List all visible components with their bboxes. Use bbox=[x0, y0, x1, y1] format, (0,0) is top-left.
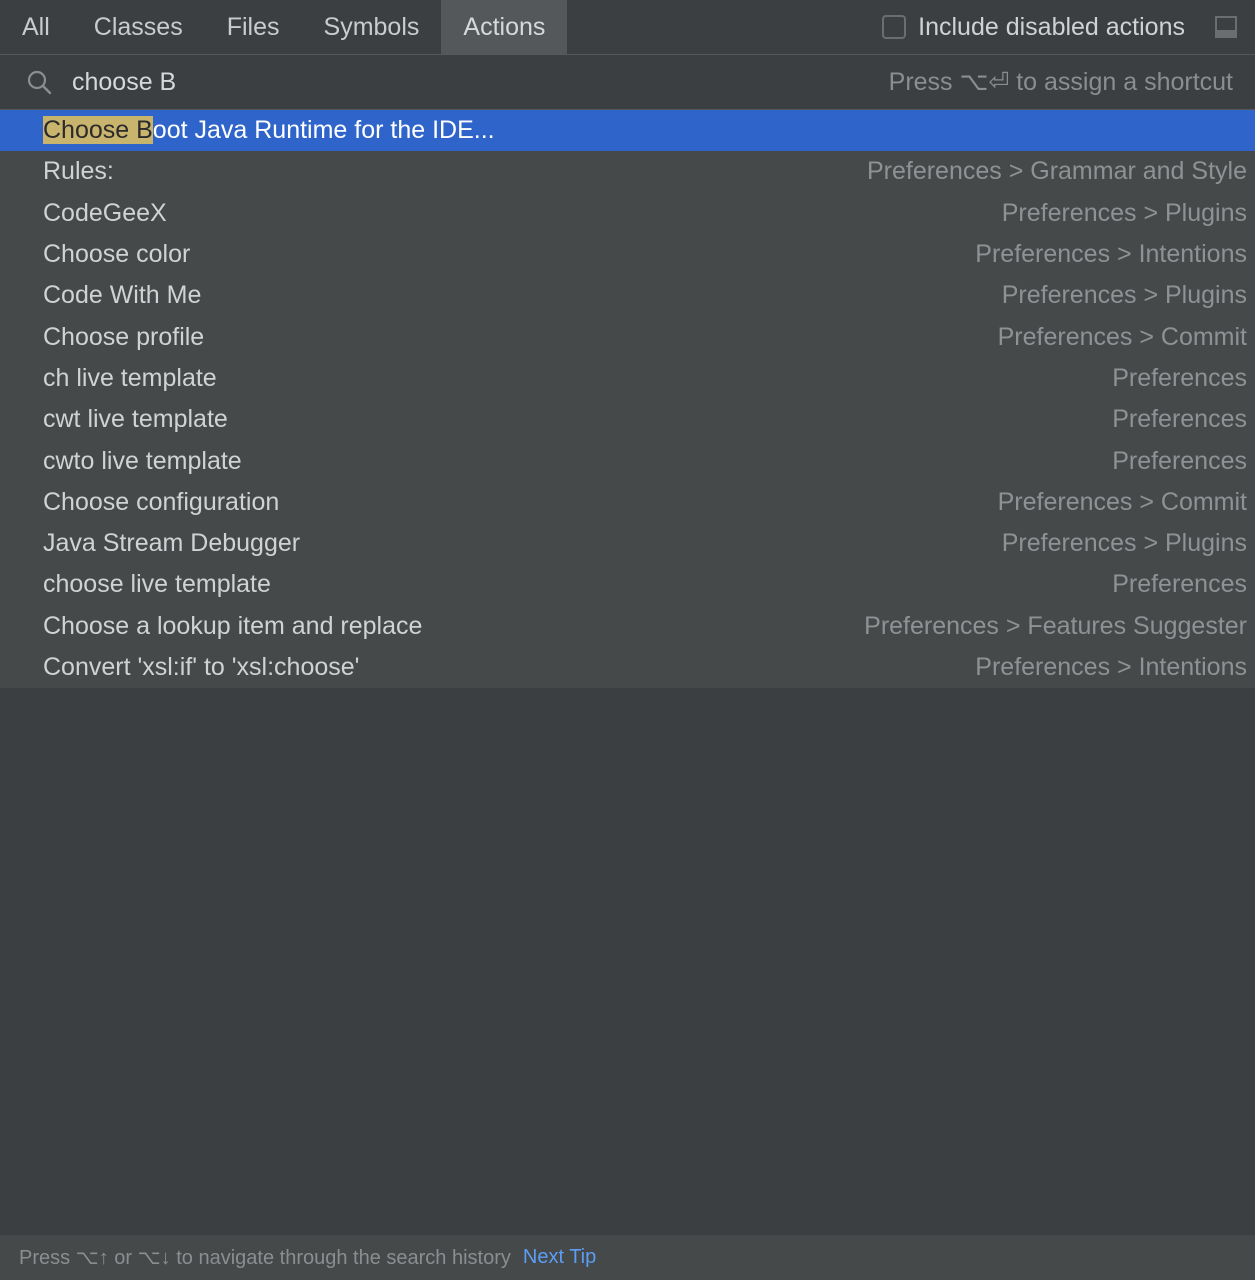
result-location: Preferences > Features Suggester bbox=[864, 611, 1247, 640]
result-location: Preferences > Plugins bbox=[1001, 281, 1247, 310]
result-name: Choose Boot Java Runtime for the IDE... bbox=[43, 116, 495, 145]
result-row[interactable]: ch live template Preferences bbox=[0, 358, 1255, 399]
include-disabled-toggle[interactable]: Include disabled actions bbox=[882, 0, 1215, 54]
result-row[interactable]: cwt live template Preferences bbox=[0, 399, 1255, 440]
tab-bar: All Classes Files Symbols Actions Includ… bbox=[0, 0, 1255, 55]
result-row[interactable]: Rules: Preferences > Grammar and Style bbox=[0, 151, 1255, 192]
next-tip-link[interactable]: Next Tip bbox=[523, 1246, 596, 1269]
result-location: Preferences bbox=[1112, 363, 1247, 392]
result-location: Preferences > Intentions bbox=[975, 653, 1247, 681]
result-name: ch live template bbox=[43, 363, 217, 392]
tab-files[interactable]: Files bbox=[205, 0, 302, 54]
result-row[interactable]: Choose a lookup item and replace Preferen… bbox=[0, 606, 1255, 647]
match-highlight: Choose B bbox=[43, 116, 153, 145]
include-disabled-label: Include disabled actions bbox=[918, 12, 1185, 41]
footer-hint: Press ⌥↑ or ⌥↓ to navigate through the s… bbox=[19, 1247, 511, 1269]
status-footer: Press ⌥↑ or ⌥↓ to navigate through the s… bbox=[0, 1235, 1255, 1280]
search-icon bbox=[24, 67, 54, 97]
search-bar: Press ⌥⏎ to assign a shortcut bbox=[0, 55, 1255, 110]
result-location: Preferences > Commit bbox=[997, 322, 1247, 351]
result-location: Preferences bbox=[1112, 405, 1247, 434]
result-row-selected[interactable]: Choose Boot Java Runtime for the IDE... bbox=[0, 110, 1255, 152]
result-row[interactable]: Choose configuration Preferences > Commit bbox=[0, 482, 1255, 523]
search-input[interactable] bbox=[70, 66, 889, 98]
results-list: Choose Boot Java Runtime for the IDE... … bbox=[0, 110, 1255, 688]
panel-toggle-icon[interactable] bbox=[1215, 16, 1237, 38]
result-row[interactable]: CodeGeeX Preferences > Plugins bbox=[0, 193, 1255, 234]
result-name: Choose a lookup item and replace bbox=[43, 611, 423, 640]
result-location: Preferences > Plugins bbox=[1001, 529, 1247, 558]
result-row[interactable]: cwto live template Preferences bbox=[0, 440, 1255, 481]
result-name: Convert 'xsl:if' to 'xsl:choose' bbox=[43, 653, 360, 681]
result-name: Rules: bbox=[43, 157, 114, 186]
shortcut-hint: Press ⌥⏎ to assign a shortcut bbox=[888, 68, 1233, 96]
result-name: Choose profile bbox=[43, 322, 205, 351]
tab-classes[interactable]: Classes bbox=[72, 0, 205, 54]
result-location: Preferences > Grammar and Style bbox=[866, 157, 1247, 186]
result-row[interactable]: Java Stream Debugger Preferences > Plugin… bbox=[0, 523, 1255, 564]
tab-spacer bbox=[567, 0, 882, 54]
tab-all[interactable]: All bbox=[0, 0, 72, 54]
result-row[interactable]: Code With Me Preferences > Plugins bbox=[0, 275, 1255, 316]
result-row[interactable]: Choose profile Preferences > Commit bbox=[0, 316, 1255, 357]
result-row[interactable]: choose live template Preferences bbox=[0, 564, 1255, 605]
result-name-rest: oot Java Runtime for the IDE... bbox=[152, 116, 495, 145]
include-disabled-checkbox[interactable] bbox=[882, 15, 907, 39]
result-name: CodeGeeX bbox=[43, 198, 167, 227]
result-name: Choose color bbox=[43, 240, 191, 269]
result-location: Preferences bbox=[1112, 570, 1247, 599]
result-name: cwt live template bbox=[43, 405, 228, 434]
result-row[interactable]: Choose color Preferences > Intentions bbox=[0, 234, 1255, 275]
result-location: Preferences bbox=[1112, 446, 1247, 475]
result-name: choose live template bbox=[43, 570, 271, 599]
result-name: Java Stream Debugger bbox=[43, 529, 301, 558]
result-location: Preferences > Intentions bbox=[975, 240, 1247, 269]
tab-actions[interactable]: Actions bbox=[441, 0, 568, 54]
tab-symbols[interactable]: Symbols bbox=[302, 0, 442, 54]
result-location: Preferences > Plugins bbox=[1001, 198, 1247, 227]
result-location: Preferences > Commit bbox=[997, 487, 1247, 516]
result-name: cwto live template bbox=[43, 446, 242, 475]
result-name: Choose configuration bbox=[43, 487, 280, 516]
result-row[interactable]: Convert 'xsl:if' to 'xsl:choose' Preferen… bbox=[0, 647, 1255, 688]
result-name: Code With Me bbox=[43, 281, 202, 310]
